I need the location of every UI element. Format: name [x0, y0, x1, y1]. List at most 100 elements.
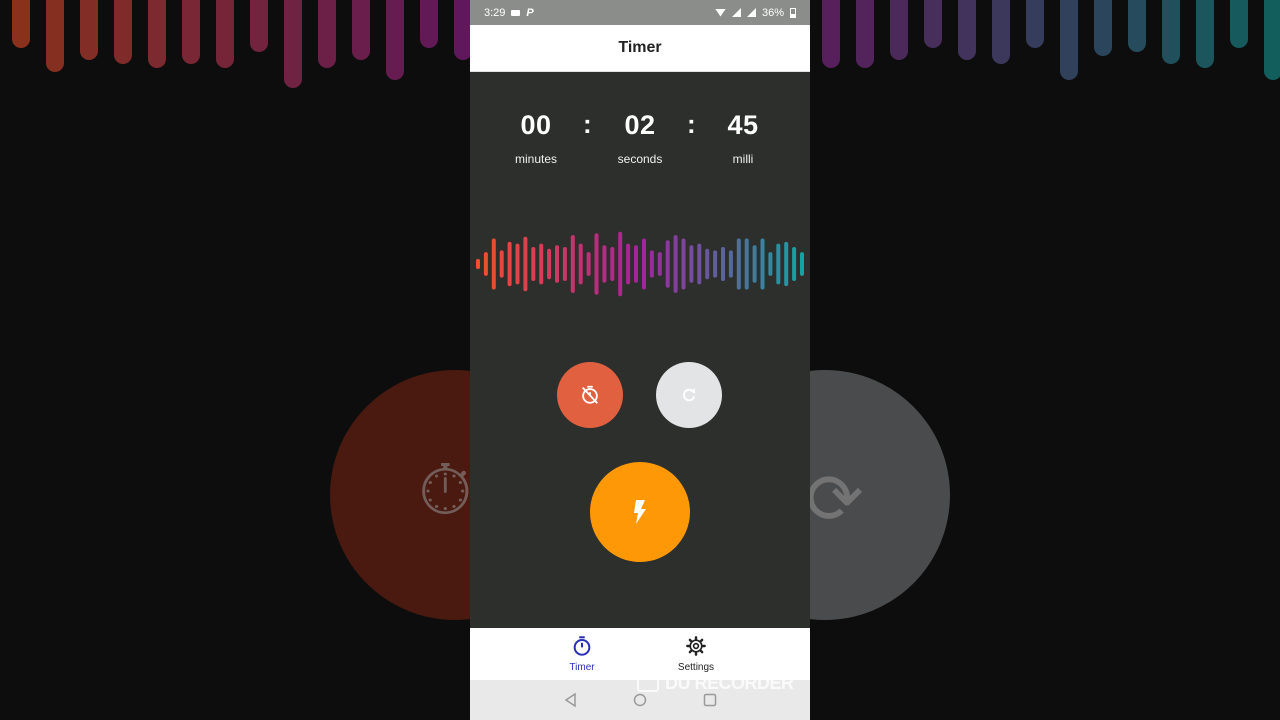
waveform-bar	[507, 241, 512, 287]
waveform-bar	[721, 247, 725, 281]
background-blur-bar	[1264, 0, 1280, 80]
waveform-bar	[776, 243, 781, 285]
background-blur-waveform-left	[0, 0, 472, 110]
gear-icon	[686, 636, 706, 656]
milli-group: 45 milli	[698, 104, 788, 166]
background-blur-bar	[1230, 0, 1248, 48]
waveform-bar	[657, 252, 662, 276]
background-blur-bar	[182, 0, 200, 64]
waveform-bar	[547, 248, 552, 280]
waveform-bar	[681, 238, 686, 290]
waveform-bar	[618, 231, 623, 297]
home-icon[interactable]	[633, 693, 647, 707]
background-timer-off-icon: ⏱	[418, 451, 473, 529]
waveform-bar	[689, 245, 694, 283]
background-blur-bar	[12, 0, 30, 48]
background-refresh-icon: ⟳	[805, 460, 864, 538]
video-camera-icon	[637, 675, 659, 692]
du-recorder-watermark: DU RECORDER	[637, 673, 794, 694]
reset-timer-button[interactable]	[656, 362, 722, 428]
waveform-bar	[642, 238, 646, 290]
waveform-bar	[760, 238, 765, 290]
nav-item-settings[interactable]: Settings	[656, 635, 736, 673]
minutes-label: minutes	[514, 152, 558, 166]
waveform-bar	[491, 238, 496, 290]
background-blur-bar	[386, 0, 404, 80]
screen-recording-frame: ⏱ ⟳ 3:29 P 36% Timer 00 minutes: 02 sec…	[0, 0, 1280, 720]
background-blur-bar	[284, 0, 302, 88]
page-title: Timer	[618, 39, 662, 56]
milli-label: milli	[732, 152, 754, 166]
waveform-bar	[555, 245, 559, 283]
background-blur-bar	[114, 0, 132, 64]
waveform-bar	[476, 258, 480, 270]
minutes-value: 00	[520, 110, 552, 140]
background-blur-bar	[992, 0, 1010, 64]
minutes-group: 00 minutes	[491, 104, 581, 166]
wifi-icon	[714, 8, 726, 17]
stop-timer-button[interactable]	[557, 362, 623, 428]
background-blur-waveform-right	[810, 0, 1280, 110]
battery-percent: 36%	[761, 6, 784, 19]
background-blur-bar	[1094, 0, 1112, 56]
timer-display: 00 minutes : 02 seconds : 45 milli	[470, 104, 810, 174]
background-blur-bar	[856, 0, 874, 68]
waveform-bar	[594, 233, 599, 295]
waveform-bar	[515, 243, 520, 285]
recents-icon[interactable]	[703, 693, 717, 707]
waveform-bar	[728, 250, 733, 278]
background-blur-bar	[1128, 0, 1146, 52]
nav-label-settings: Settings	[677, 662, 715, 673]
background-blur-bar	[822, 0, 840, 68]
status-time: 3:29	[484, 6, 506, 19]
waveform-bar	[792, 247, 797, 281]
nav-item-timer[interactable]: Timer	[542, 635, 622, 673]
background-blur-bar	[80, 0, 98, 60]
waveform-bar	[768, 252, 773, 276]
background-blur-bar	[890, 0, 908, 60]
waveform-bar	[483, 252, 488, 276]
phone-screen: 3:29 P 36% Timer 00 minutes : 02 seconds…	[470, 0, 810, 720]
waveform-bar	[626, 243, 631, 285]
waveform-bar	[744, 238, 749, 290]
waveform-bar	[713, 250, 718, 278]
waveform-bar	[705, 248, 710, 280]
waveform-bar	[673, 235, 678, 293]
separator-2: :	[687, 109, 696, 139]
background-blur-bar	[958, 0, 976, 60]
timer-off-icon	[581, 385, 599, 404]
waveform-bar	[649, 250, 654, 278]
milli-value: 45	[727, 110, 759, 140]
flash-icon	[634, 500, 646, 524]
background-blur-bar	[1196, 0, 1214, 68]
waveform-bar	[523, 236, 528, 292]
background-blur-bar	[318, 0, 336, 68]
waveform-bar	[539, 243, 544, 285]
camera-recording-icon	[511, 9, 521, 16]
waveform-bar	[634, 245, 638, 283]
waveform-bar	[570, 235, 575, 293]
waveform-bar	[499, 250, 504, 278]
waveform-bar	[736, 238, 741, 290]
back-icon[interactable]	[564, 693, 578, 707]
seconds-group: 02 seconds	[595, 104, 685, 166]
seconds-label: seconds	[617, 152, 663, 166]
waveform-bar	[665, 240, 670, 288]
background-blur-bar	[924, 0, 942, 48]
stopwatch-icon	[573, 636, 591, 656]
waveform-bar	[800, 252, 804, 276]
nav-label-timer: Timer	[569, 662, 595, 673]
background-blur-bar	[1060, 0, 1078, 80]
status-bar: 3:29 P 36%	[470, 0, 810, 25]
waveform-bar	[578, 243, 583, 285]
flash-start-button[interactable]	[590, 462, 690, 562]
background-blur-bar	[352, 0, 370, 60]
waveform-bar	[602, 245, 607, 283]
waveform-bar	[562, 247, 567, 281]
audio-waveform	[476, 231, 804, 297]
waveform-bar	[752, 245, 757, 283]
background-blur-bar	[250, 0, 268, 52]
signal-icon-2	[746, 8, 756, 17]
app-bar: Timer	[470, 25, 810, 72]
seconds-value: 02	[624, 110, 656, 140]
